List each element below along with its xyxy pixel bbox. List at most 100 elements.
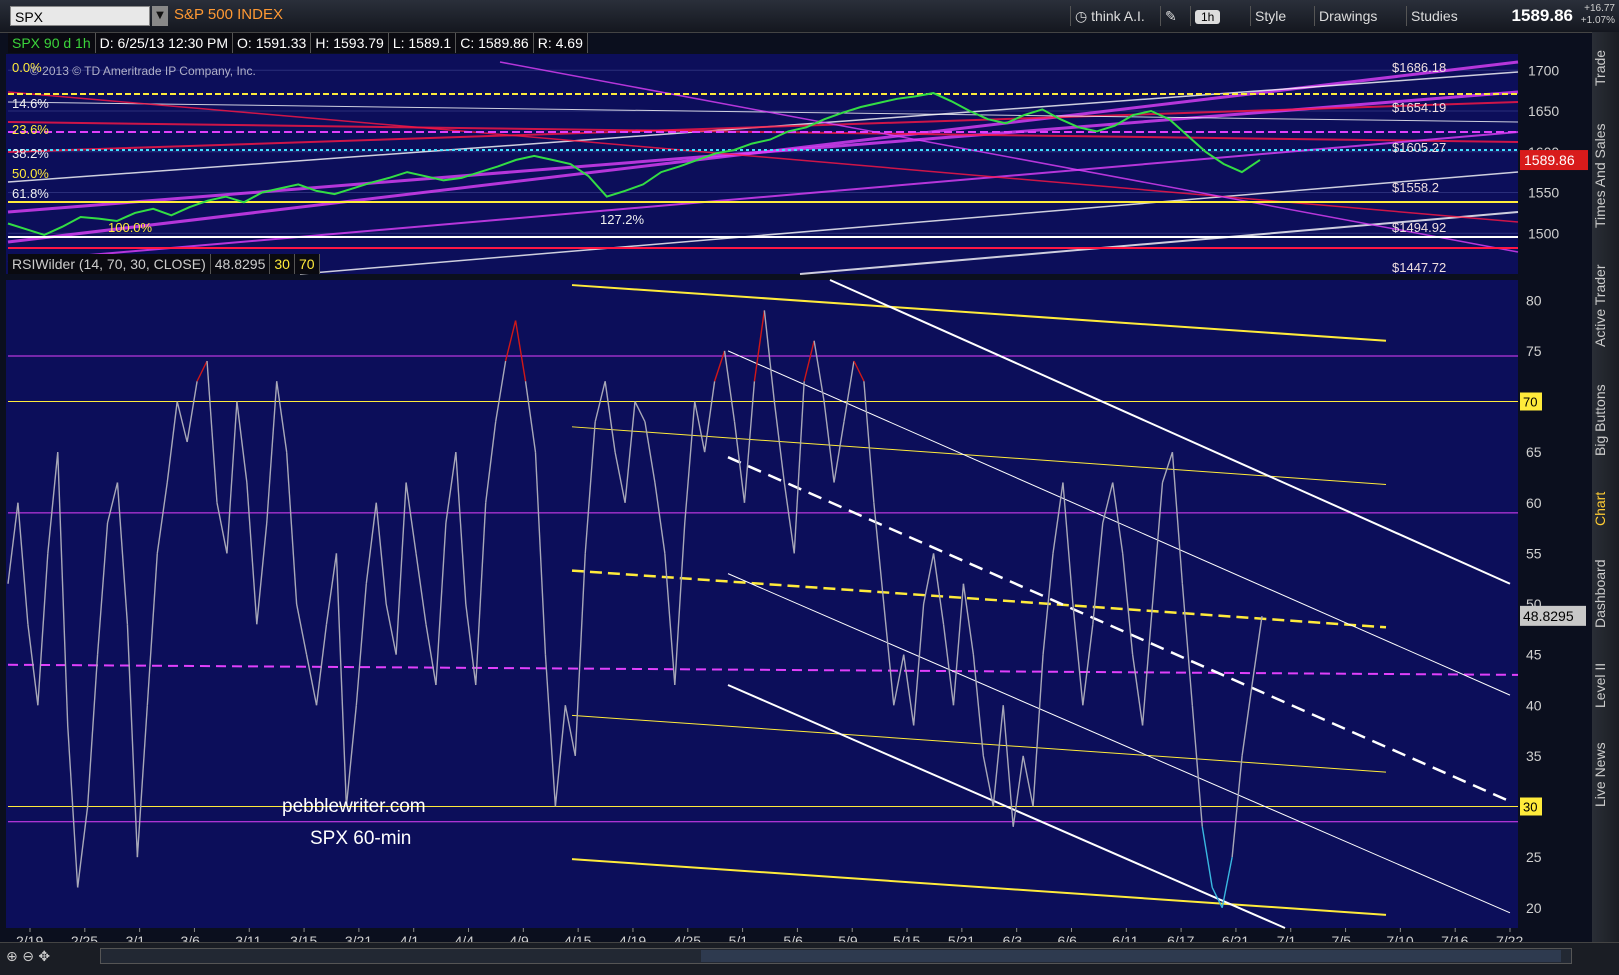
time-scrollbar[interactable]	[100, 948, 1572, 964]
style-label: Style	[1255, 8, 1287, 24]
price-tick-label: 1650	[1528, 103, 1559, 119]
rsi-tick-label: 55	[1526, 545, 1542, 561]
rsi-info-bar: RSIWilder (14, 70, 30, CLOSE) 48.8295 30…	[8, 254, 320, 274]
interval-label: 1h	[1195, 10, 1221, 24]
watermark-line2: SPX 60-min	[310, 828, 411, 849]
x-tick-label: 5/1	[729, 933, 749, 942]
fib-label: 100.0%	[108, 220, 153, 235]
sidebar-tab-trade[interactable]: Trade	[1592, 38, 1619, 98]
price-level-label: $1654.19	[1392, 100, 1446, 115]
zoom-in-icon[interactable]: ⊕	[6, 949, 18, 965]
price-level-label: $1686.18	[1392, 60, 1446, 75]
chart-area[interactable]: 150015501600165017000.0%14.6%23.6%38.2%5…	[0, 32, 1592, 942]
bar-range: R: 4.69	[534, 33, 588, 53]
scroll-thumb[interactable]	[701, 950, 1561, 962]
rsi-tick-label: 60	[1526, 495, 1542, 511]
price-tick-label: 1700	[1528, 62, 1559, 78]
bar-date: D: 6/25/13 12:30 PM	[96, 33, 234, 53]
style-button[interactable]: Style	[1250, 6, 1290, 26]
sidebar-tab-dashboard[interactable]: Dashboard	[1592, 548, 1619, 640]
fib-label: 127.2%	[600, 212, 645, 227]
x-tick-label: 7/10	[1386, 933, 1413, 942]
think-ai-button[interactable]: ◷ think A.I.	[1070, 6, 1149, 26]
rsi-value: 48.8295	[211, 254, 271, 274]
x-tick-label: 2/25	[71, 933, 98, 942]
x-tick-label: 7/22	[1496, 933, 1523, 942]
rsi-tick-label: 65	[1526, 444, 1542, 460]
x-tick-label: 4/4	[455, 933, 475, 942]
price-level-label: $1494.92	[1392, 220, 1446, 235]
sidebar-tab-level-ii[interactable]: Level II	[1592, 652, 1619, 718]
x-tick-label: 6/11	[1112, 933, 1138, 942]
rsi-tick-label: 75	[1526, 343, 1542, 359]
x-tick-label: 5/21	[948, 933, 975, 942]
x-tick-label: 5/6	[783, 933, 803, 942]
change-pct: +1.07%	[1580, 15, 1615, 26]
x-tick-label: 7/5	[1332, 933, 1352, 942]
price-marker-label: 1589.86	[1524, 152, 1575, 168]
top-toolbar: SPX ▼ S&P 500 INDEX ◷ think A.I. ✎ 1h St…	[0, 0, 1619, 33]
pan-icon[interactable]: ✥	[38, 949, 50, 965]
x-tick-label: 3/6	[180, 933, 200, 942]
x-tick-label: 4/15	[564, 933, 591, 942]
fib-label: 61.8%	[12, 186, 49, 201]
think-ai-label: think A.I.	[1091, 8, 1145, 24]
symbol-dropdown-icon[interactable]: ▼	[152, 6, 168, 26]
bar-high: H: 1593.79	[311, 33, 389, 53]
rsi-os-level: 70	[295, 254, 320, 274]
price-change: +16.77 +1.07%	[1581, 3, 1615, 27]
drawings-button[interactable]: Drawings	[1314, 6, 1381, 26]
fib-label: 50.0%	[12, 166, 49, 181]
interval-button[interactable]: 1h	[1190, 6, 1224, 26]
wrench-icon[interactable]: ✎	[1160, 6, 1181, 26]
rsi-study-name: RSIWilder (14, 70, 30, CLOSE)	[8, 254, 211, 274]
chart-title: SPX 90 d 1h	[8, 33, 96, 53]
x-tick-label: 7/16	[1441, 933, 1468, 942]
copyright: © 2013 © TD Ameritrade IP Company, Inc.	[30, 64, 256, 78]
chart-info-bar: SPX 90 d 1h D: 6/25/13 12:30 PM O: 1591.…	[8, 33, 588, 53]
price-tick-label: 1550	[1528, 185, 1559, 201]
zoom-controls[interactable]: ⊕ ⊖ ✥	[6, 949, 50, 965]
sidebar-tab-active-trader[interactable]: Active Trader	[1592, 254, 1619, 358]
studies-button[interactable]: Studies	[1406, 6, 1462, 26]
x-tick-label: 3/1	[126, 933, 146, 942]
x-tick-label: 6/21	[1222, 933, 1249, 942]
bar-close: C: 1589.86	[456, 33, 534, 53]
x-tick-label: 6/17	[1167, 933, 1194, 942]
drawings-label: Drawings	[1319, 8, 1378, 24]
x-tick-label: 4/1	[400, 933, 420, 942]
rsi-tick-label: 40	[1526, 697, 1542, 713]
x-tick-label: 2/19	[16, 933, 43, 942]
rsi-tick-label: 45	[1526, 647, 1542, 663]
symbol-input[interactable]: SPX	[10, 6, 150, 26]
x-tick-label: 6/3	[1003, 933, 1023, 942]
rsi-tick-label: 25	[1526, 849, 1542, 865]
bar-low: L: 1589.1	[389, 33, 457, 53]
sidebar-tab-live-news[interactable]: Live News	[1592, 730, 1619, 820]
price-level-label: $1447.72	[1392, 260, 1446, 275]
fib-label: 14.6%	[12, 96, 49, 111]
x-tick-label: 5/9	[838, 933, 858, 942]
x-tick-label: 3/21	[345, 933, 372, 942]
sidebar-tab-times-and-sales[interactable]: Times And Sales	[1592, 110, 1619, 242]
sidebar-tab-big-buttons[interactable]: Big Buttons	[1592, 370, 1619, 470]
rsi-level-badge-label: 70	[1523, 395, 1537, 410]
price-tick-label: 1500	[1528, 225, 1559, 241]
x-tick-label: 5/15	[893, 933, 920, 942]
fib-label: 38.2%	[12, 146, 49, 161]
rsi-panel	[6, 280, 1518, 928]
x-tick-label: 3/15	[290, 933, 317, 942]
x-tick-label: 4/19	[619, 933, 646, 942]
price-level-label: $1605.27	[1392, 140, 1446, 155]
zoom-out-icon[interactable]: ⊖	[22, 949, 34, 965]
price-panel	[6, 54, 1518, 274]
studies-label: Studies	[1411, 8, 1458, 24]
fib-label: 23.6%	[12, 122, 49, 137]
x-tick-label: 6/6	[1057, 933, 1077, 942]
rsi-tick-label: 35	[1526, 748, 1542, 764]
rsi-tick-label: 20	[1526, 900, 1542, 916]
rsi-tick-label: 80	[1526, 292, 1542, 308]
x-tick-label: 3/11	[235, 933, 261, 942]
sidebar-tab-chart[interactable]: Chart	[1592, 482, 1619, 536]
last-price: 1589.86	[1511, 6, 1573, 25]
